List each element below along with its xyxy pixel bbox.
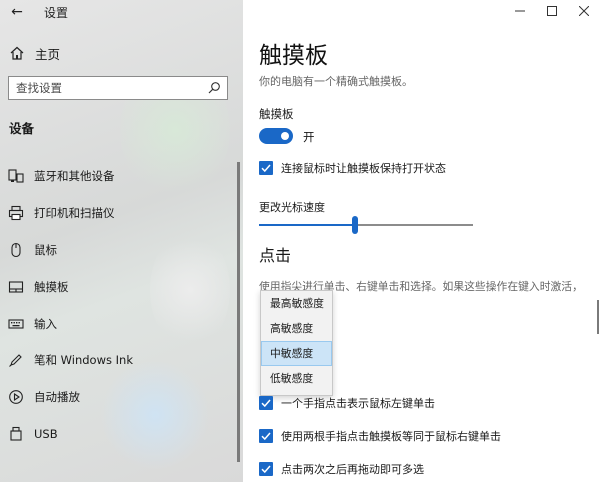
sidebar-item-label: 自动播放 <box>34 390 80 405</box>
cursor-speed-track[interactable] <box>259 224 473 226</box>
home-icon <box>10 46 24 60</box>
checkbox-checked-icon[interactable] <box>259 429 273 443</box>
checkbox-checked-icon[interactable] <box>259 462 273 476</box>
sensitivity-option[interactable]: 最高敏感度 <box>261 291 332 316</box>
sidebar-item-usb[interactable]: USB <box>0 416 236 453</box>
autoplay-icon <box>9 390 23 405</box>
sidebar-item-printers[interactable]: 打印机和扫描仪 <box>0 195 236 232</box>
tap-twice-drag-checkbox[interactable]: 点击两次之后再拖动即可多选 <box>259 461 424 477</box>
two-finger-tap-checkbox[interactable]: 使用两根手指点击触摸板等同于鼠标右键单击 <box>259 428 501 444</box>
sidebar-item-label: 触摸板 <box>34 279 69 294</box>
bluetooth-devices-icon <box>8 169 24 183</box>
sidebar-nav: 蓝牙和其他设备 打印机和扫描仪 鼠标 触摸板 输入 笔和 Windows Ink… <box>0 158 236 452</box>
sidebar-item-home[interactable]: 主页 <box>9 42 60 64</box>
sidebar-item-label: 鼠标 <box>34 242 57 257</box>
sensitivity-option-selected[interactable]: 中敏感度 <box>261 341 332 366</box>
sidebar-item-label: 打印机和扫描仪 <box>34 206 115 221</box>
page-title: 触摸板 <box>259 43 328 69</box>
search-input[interactable] <box>9 77 206 99</box>
minimize-icon[interactable] <box>504 0 536 22</box>
cursor-speed-label: 更改光标速度 <box>259 201 325 214</box>
checkbox-label: 一个手指点击表示鼠标左键单击 <box>281 397 435 410</box>
taps-section-title: 点击 <box>259 246 292 265</box>
sidebar-item-pen[interactable]: 笔和 Windows Ink <box>0 342 236 379</box>
sidebar-home-label: 主页 <box>35 46 61 62</box>
sidebar-item-autoplay[interactable]: 自动播放 <box>0 379 236 416</box>
sensitivity-option[interactable]: 高敏感度 <box>261 316 332 341</box>
close-icon[interactable] <box>568 0 600 22</box>
titlebar-left: ← 设置 <box>0 0 243 24</box>
touchpad-toggle[interactable] <box>259 128 293 144</box>
sensitivity-dropdown[interactable]: 最高敏感度 高敏感度 中敏感度 低敏感度 <box>260 290 333 396</box>
toggle-state-text: 开 <box>303 130 315 144</box>
cursor-speed-fill <box>259 224 356 226</box>
sidebar-scrollbar[interactable] <box>237 162 240 462</box>
mouse-icon <box>11 242 21 258</box>
checkbox-checked-icon[interactable] <box>259 161 273 175</box>
checkbox-checked-icon[interactable] <box>259 396 273 410</box>
sidebar-item-bluetooth[interactable]: 蓝牙和其他设备 <box>0 158 236 195</box>
app-title: 设置 <box>44 6 69 20</box>
search-box[interactable] <box>8 76 228 100</box>
back-arrow-icon[interactable]: ← <box>8 3 26 21</box>
keyboard-icon <box>8 319 24 329</box>
checkbox-label: 使用两根手指点击触摸板等同于鼠标右键单击 <box>281 430 501 443</box>
checkbox-label: 点击两次之后再拖动即可多选 <box>281 463 424 476</box>
sidebar-item-label: 输入 <box>34 316 57 331</box>
maximize-icon[interactable] <box>536 0 568 22</box>
main-pane: 触摸板 你的电脑有一个精确式触摸板。 触摸板 开 连接鼠标时让触摸板保持打开状态… <box>243 0 600 482</box>
search-icon[interactable] <box>207 81 221 95</box>
main-scrollbar[interactable] <box>597 300 599 334</box>
sidebar-item-label: 笔和 Windows Ink <box>34 353 133 368</box>
sidebar-item-typing[interactable]: 输入 <box>0 305 236 342</box>
sidebar: ← 设置 主页 设备 <box>0 0 243 482</box>
pen-icon <box>9 354 22 368</box>
toggle-knob <box>281 132 289 140</box>
one-finger-tap-checkbox[interactable]: 一个手指点击表示鼠标左键单击 <box>259 395 435 411</box>
sidebar-item-label: USB <box>34 426 58 441</box>
checkbox-label: 连接鼠标时让触摸板保持打开状态 <box>281 162 446 175</box>
touchpad-icon <box>8 281 24 293</box>
section-heading-devices: 设备 <box>9 121 35 136</box>
touchpad-toggle-label: 触摸板 <box>259 107 294 121</box>
keep-touchpad-on-checkbox[interactable]: 连接鼠标时让触摸板保持打开状态 <box>259 160 446 176</box>
sidebar-item-label: 蓝牙和其他设备 <box>34 169 115 184</box>
sidebar-item-touchpad[interactable]: 触摸板 <box>0 268 236 305</box>
sidebar-item-mouse[interactable]: 鼠标 <box>0 232 236 269</box>
printer-icon <box>8 206 24 221</box>
sensitivity-option[interactable]: 低敏感度 <box>261 366 332 391</box>
page-description: 你的电脑有一个精确式触摸板。 <box>259 75 413 88</box>
settings-window: ← 设置 主页 设备 <box>0 0 600 482</box>
cursor-speed-thumb[interactable] <box>352 216 359 234</box>
window-controls <box>504 0 600 22</box>
usb-icon <box>10 426 22 441</box>
